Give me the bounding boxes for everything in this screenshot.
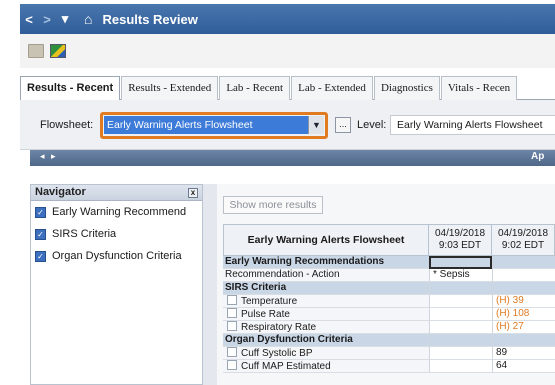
row-label-cell: Respiratory Rate: [223, 321, 429, 334]
navigator-item-organ-dysfunction[interactable]: ✓ Organ Dysfunction Criteria: [31, 245, 202, 267]
folder-icon[interactable]: [28, 44, 44, 58]
arrows-icon[interactable]: ◂ ▸: [40, 151, 58, 162]
navigator-item-early-warning[interactable]: ✓ Early Warning Recommend: [31, 201, 202, 223]
row-label-cell: Temperature: [223, 295, 429, 308]
checkbox-icon[interactable]: [227, 347, 237, 357]
table-row: Cuff Systolic BP 89: [223, 347, 555, 360]
row-label: Recommendation - Action: [223, 269, 429, 282]
row-value-col1[interactable]: [429, 282, 492, 295]
row-label-cell: Cuff Systolic BP: [223, 347, 429, 360]
navigator-header: Navigator x: [31, 185, 202, 201]
col2-date: 04/19/2018: [497, 228, 549, 239]
row-value-col2[interactable]: [492, 334, 555, 347]
header-strip: ◂ ▸ Ap: [30, 150, 555, 166]
tab-lab-recent[interactable]: Lab - Recent: [219, 76, 291, 100]
tab-results-extended[interactable]: Results - Extended: [121, 76, 219, 100]
row-value-col2[interactable]: [492, 282, 555, 295]
flowsheet-browse-button[interactable]: ...: [335, 117, 351, 133]
tab-lab-extended[interactable]: Lab - Extended: [291, 76, 373, 100]
col1-date: 04/19/2018: [434, 228, 486, 239]
row-value-col2[interactable]: 64: [492, 360, 555, 373]
row-value-col1[interactable]: [429, 321, 492, 334]
row-value-col1[interactable]: * Sepsis: [429, 269, 492, 282]
row-value-col1[interactable]: [429, 334, 492, 347]
navigator-item-sirs-criteria[interactable]: ✓ SIRS Criteria: [31, 223, 202, 245]
tab-diagnostics[interactable]: Diagnostics: [373, 76, 440, 100]
row-label-cell: Cuff MAP Estimated: [223, 360, 429, 373]
navigator-item-label: SIRS Criteria: [52, 228, 117, 240]
checkbox-icon[interactable]: [227, 321, 237, 331]
row-label: Cuff Systolic BP: [241, 348, 313, 359]
navigator-title: Navigator: [35, 186, 86, 198]
table-row: Organ Dysfunction Criteria: [223, 334, 555, 347]
checkbox-icon[interactable]: [227, 308, 237, 318]
table-row: Recommendation - Action * Sepsis: [223, 269, 555, 282]
forward-icon[interactable]: >: [38, 12, 56, 27]
results-tabs: Results - Recent Results - Extended Lab …: [20, 76, 555, 101]
tab-results-recent[interactable]: Results - Recent: [20, 76, 121, 101]
flowsheet-select[interactable]: Early Warning Alerts Flowsheet ▼: [104, 116, 324, 134]
row-label: Temperature: [241, 296, 298, 307]
row-label: Pulse Rate: [241, 309, 290, 320]
table-row: Respiratory Rate (H) 27: [223, 321, 555, 334]
flowsheet-bar: Flowsheet: Early Warning Alerts Flowshee…: [20, 100, 555, 150]
panel-splitter[interactable]: [203, 184, 217, 385]
col1-time: 9:03 EDT: [438, 240, 482, 251]
row-value-col1[interactable]: [429, 347, 492, 360]
show-more-results-button[interactable]: Show more results: [223, 196, 323, 214]
row-label: Early Warning Recommendations: [223, 256, 429, 269]
checkbox-icon[interactable]: ✓: [35, 250, 46, 262]
grid-header-name: Early Warning Alerts Flowsheet: [223, 224, 429, 256]
row-label: Cuff MAP Estimated: [241, 361, 331, 372]
level-select[interactable]: Early Warning Alerts Flowsheet: [390, 115, 555, 135]
row-value-col1[interactable]: [429, 308, 492, 321]
row-value-col2[interactable]: [492, 256, 555, 269]
row-label-cell: Pulse Rate: [223, 308, 429, 321]
row-label: SIRS Criteria: [223, 282, 429, 295]
navigator-item-label: Early Warning Recommend: [52, 206, 187, 218]
toolbar: [20, 34, 555, 68]
chevron-down-icon[interactable]: ▼: [308, 116, 324, 134]
navigator-panel: Navigator x ✓ Early Warning Recommend ✓ …: [30, 184, 203, 385]
image-icon[interactable]: [50, 44, 66, 58]
col2-time: 9:02 EDT: [501, 240, 545, 251]
row-value-col2[interactable]: (H) 39: [492, 295, 555, 308]
results-area: Show more results Early Warning Alerts F…: [217, 184, 555, 385]
row-value-col2[interactable]: (H) 27: [492, 321, 555, 334]
row-value-col1[interactable]: [429, 256, 492, 269]
tab-vitals-recent[interactable]: Vitals - Recen: [440, 76, 518, 100]
table-row: Cuff MAP Estimated 64: [223, 360, 555, 373]
checkbox-icon[interactable]: ✓: [35, 228, 46, 240]
table-row: Early Warning Recommendations: [223, 256, 555, 269]
strip-right-text: Ap: [531, 151, 545, 162]
level-label: Level:: [357, 119, 387, 131]
table-row: Temperature (H) 39: [223, 295, 555, 308]
row-value-col1[interactable]: [429, 295, 492, 308]
page-title: Results Review: [102, 11, 198, 27]
flowsheet-label: Flowsheet:: [40, 119, 94, 131]
navigator-item-label: Organ Dysfunction Criteria: [52, 250, 182, 262]
row-value-col2[interactable]: (H) 108: [492, 308, 555, 321]
row-value-col2[interactable]: 89: [492, 347, 555, 360]
checkbox-icon[interactable]: ✓: [35, 206, 46, 218]
back-icon[interactable]: <: [20, 12, 38, 27]
grid-header: Early Warning Alerts Flowsheet 04/19/201…: [223, 224, 555, 256]
flowsheet-select-value: Early Warning Alerts Flowsheet: [107, 119, 253, 131]
results-grid: Early Warning Alerts Flowsheet 04/19/201…: [223, 224, 555, 373]
close-icon[interactable]: x: [188, 188, 198, 198]
row-label: Organ Dysfunction Criteria: [223, 334, 429, 347]
row-value-col2[interactable]: [492, 269, 555, 282]
grid-header-col1[interactable]: 04/19/2018 9:03 EDT: [429, 224, 492, 256]
table-row: SIRS Criteria: [223, 282, 555, 295]
dropdown-icon[interactable]: ▾: [56, 11, 74, 27]
grid-header-col2[interactable]: 04/19/2018 9:02 EDT: [492, 224, 555, 256]
checkbox-icon[interactable]: [227, 295, 237, 305]
row-value-col1[interactable]: [429, 360, 492, 373]
home-icon[interactable]: ⌂: [84, 11, 92, 27]
row-label: Respiratory Rate: [241, 322, 317, 333]
checkbox-icon[interactable]: [227, 360, 237, 370]
table-row: Pulse Rate (H) 108: [223, 308, 555, 321]
title-bar: < > ▾ ⌂ Results Review: [20, 4, 555, 34]
